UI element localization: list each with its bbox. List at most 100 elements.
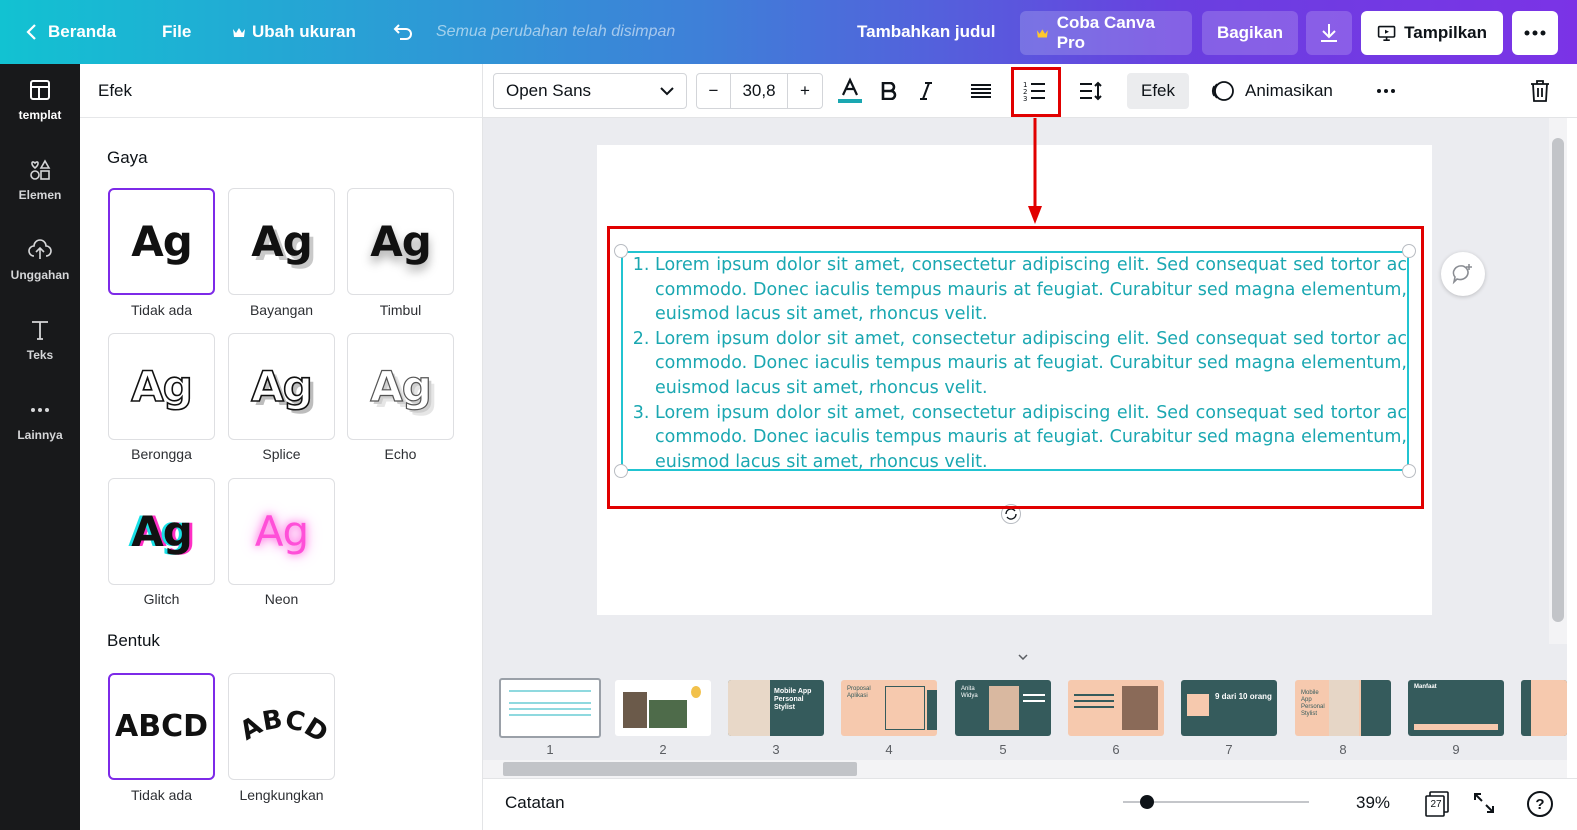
font-family-select[interactable]: Open Sans [493, 73, 687, 109]
font-size-increase-button[interactable]: + [788, 74, 822, 108]
more-dots-icon [1377, 89, 1395, 93]
page-count-button[interactable]: 27 [1425, 791, 1449, 817]
rail-item-uploads[interactable]: Unggahan [0, 224, 80, 296]
font-size-input[interactable]: 30,8 [731, 74, 788, 108]
download-icon [1321, 24, 1337, 42]
file-menu[interactable]: File [162, 0, 191, 64]
align-button[interactable] [967, 73, 995, 109]
bold-icon [881, 82, 897, 100]
panel-title: Efek [80, 64, 482, 118]
thumbnail-number: 8 [1339, 742, 1347, 757]
zoom-slider[interactable] [1123, 795, 1309, 809]
fullscreen-button[interactable] [1473, 792, 1495, 819]
rail-item-text[interactable]: Teks [0, 304, 80, 376]
text-color-button[interactable] [835, 73, 865, 109]
style-lift-card[interactable]: Ag [347, 188, 454, 295]
pro-label: Coba Canva Pro [1056, 13, 1155, 52]
style-preview: Ag [131, 507, 193, 556]
rail-item-elements[interactable]: Elemen [0, 144, 80, 216]
font-name: Open Sans [506, 81, 592, 100]
shape-section-title: Bentuk [107, 631, 160, 650]
horizontal-scrollbar[interactable] [483, 760, 1567, 778]
thumbnail-page-6[interactable] [1068, 680, 1164, 736]
effects-panel: Efek Gaya Ag Tidak ada Ag Bayangan Ag Ti… [80, 64, 483, 830]
rail-label: Elemen [18, 188, 62, 202]
rail-label: Teks [26, 348, 54, 362]
spacing-button[interactable] [1077, 73, 1105, 109]
font-size-stepper: − 30,8 + [696, 73, 823, 109]
thumbnail-page-1[interactable] [499, 678, 601, 738]
style-shadow-card[interactable]: Ag [228, 188, 335, 295]
thumbnail-page-5[interactable]: Anita Widya [955, 680, 1051, 736]
rail-item-template[interactable]: templat [0, 64, 80, 136]
crown-icon [1036, 29, 1048, 38]
style-preview: Ag [131, 217, 193, 266]
svg-text:ABCD: ABCD [235, 704, 332, 749]
add-title-button[interactable]: Tambahkan judul [857, 0, 996, 64]
style-hollow-card[interactable]: Ag [108, 333, 215, 440]
vertical-scrollbar[interactable] [1549, 118, 1567, 644]
add-title-label: Tambahkan judul [857, 22, 996, 41]
more-options-button[interactable] [1373, 73, 1399, 109]
style-none-card[interactable]: Ag [108, 188, 215, 295]
thumbnail-page-2[interactable] [615, 680, 711, 736]
zoom-slider-knob[interactable] [1140, 795, 1155, 809]
rail-label: Lainnya [17, 428, 63, 442]
rail-item-more[interactable]: Lainnya [0, 384, 80, 456]
style-label: Bayangan [249, 302, 314, 318]
bold-button[interactable] [876, 73, 902, 109]
more-icon [31, 408, 49, 412]
share-button[interactable]: Bagikan [1202, 11, 1298, 55]
template-icon [30, 80, 50, 100]
try-pro-button[interactable]: Coba Canva Pro [1020, 11, 1192, 55]
thumbnail-number: 9 [1452, 742, 1460, 757]
zoom-percentage[interactable]: 39% [1356, 793, 1390, 813]
thumbnail-page-9[interactable]: Manfaat [1408, 680, 1504, 736]
thumbnail-page-10[interactable] [1521, 680, 1567, 736]
present-label: Tampilkan [1404, 23, 1487, 42]
trash-icon [1531, 80, 1549, 102]
style-preview: Ag [130, 361, 193, 412]
style-label: Tidak ada [131, 302, 192, 318]
undo-button[interactable] [392, 0, 414, 64]
style-splice-card[interactable]: Ag [228, 333, 335, 440]
style-glitch-card[interactable]: Ag [108, 478, 215, 585]
style-neon-card[interactable]: Ag [228, 478, 335, 585]
notes-button[interactable]: Catatan [505, 793, 565, 813]
expand-icon [1474, 793, 1494, 813]
style-label: Glitch [143, 591, 180, 607]
collapse-thumbnails-button[interactable] [988, 648, 1058, 666]
thumbnail-number: 7 [1225, 742, 1233, 757]
thumbnail-page-8[interactable]: Mobile App Personal Stylist [1295, 680, 1391, 736]
canvas-area: Lorem ipsum dolor sit amet, consectetur … [483, 118, 1567, 644]
italic-button[interactable] [913, 73, 939, 109]
text-icon [32, 321, 48, 340]
chevron-left-icon [26, 24, 36, 40]
help-button[interactable]: ? [1527, 791, 1553, 817]
resize-label: Ubah ukuran [252, 22, 356, 41]
effects-button[interactable]: Efek [1127, 73, 1190, 109]
delete-button[interactable] [1527, 73, 1553, 109]
resize-button[interactable]: Ubah ukuran [232, 0, 356, 64]
scroll-thumb[interactable] [503, 762, 857, 776]
more-menu-button[interactable] [1512, 11, 1558, 55]
download-button[interactable] [1306, 11, 1352, 55]
add-comment-button[interactable] [1441, 252, 1485, 296]
rail-label: templat [18, 108, 62, 122]
present-button[interactable]: Tampilkan [1361, 11, 1503, 55]
thumbnail-page-7[interactable]: 9 dari 10 orang [1181, 680, 1277, 736]
scroll-thumb[interactable] [1552, 138, 1564, 622]
style-echo-card[interactable]: Ag [347, 333, 454, 440]
saved-status: Semua perubahan telah disimpan [436, 23, 676, 40]
thumbnail-title: Anita Widya [961, 686, 978, 699]
animate-button[interactable]: Animasikan [1211, 73, 1333, 109]
style-label: Berongga [131, 446, 192, 462]
style-preview: Ag [250, 361, 313, 412]
shape-none-card[interactable]: ABCD [108, 673, 215, 780]
thumbnail-page-4[interactable]: Proposal Aplikasi [841, 680, 937, 736]
shape-curve-card[interactable]: ABCD [228, 673, 335, 780]
align-justify-icon [971, 84, 991, 98]
home-button[interactable]: Beranda [24, 0, 116, 64]
thumbnail-page-3[interactable]: Mobile App Personal Stylist [728, 680, 824, 736]
font-size-decrease-button[interactable]: − [697, 74, 731, 108]
